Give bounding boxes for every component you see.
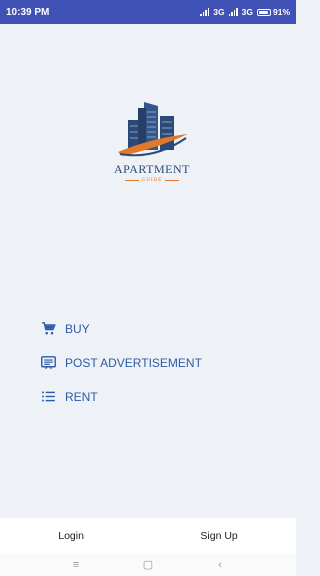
main-content: APARTMENT GUIDE BUY POST ADVERTISEMENT R… xyxy=(0,24,296,518)
network-type-2: 3G xyxy=(241,7,253,17)
home-nav-button[interactable]: ▢ xyxy=(142,558,154,571)
login-button[interactable]: Login xyxy=(58,530,84,542)
logo-divider-left xyxy=(124,180,139,181)
menu-label-post-advertisement: POST ADVERTISEMENT xyxy=(65,355,202,370)
menu-label-buy: BUY xyxy=(65,321,90,336)
menu-nav-button[interactable]: ≡ xyxy=(70,559,82,571)
battery-indicator: 91% xyxy=(256,7,290,17)
cart-icon xyxy=(42,322,56,335)
menu-label-rent: RENT xyxy=(65,389,98,404)
logo-subtitle-row: GUIDE xyxy=(124,178,180,183)
menu-item-rent[interactable]: RENT xyxy=(40,388,202,405)
battery-level xyxy=(258,10,269,14)
auth-bar: Login Sign Up xyxy=(0,518,296,553)
signal-icon-2 xyxy=(228,8,238,16)
back-nav-button[interactable]: ‹ xyxy=(214,559,226,571)
signal-icon xyxy=(200,8,210,16)
notice-board-icon xyxy=(41,356,56,370)
logo-title: APARTMENT xyxy=(113,162,190,176)
network-type-1: 3G xyxy=(213,7,225,17)
logo-divider-right xyxy=(165,180,180,181)
status-indicators: 3G 3G 91% xyxy=(200,7,290,17)
menu-item-buy[interactable]: BUY xyxy=(40,320,202,337)
app-logo: APARTMENT GUIDE xyxy=(104,98,200,198)
battery-icon xyxy=(256,8,271,16)
status-bar: 10:39 PM 3G 3G 91% xyxy=(0,0,296,24)
main-menu: BUY POST ADVERTISEMENT RENT xyxy=(40,320,202,405)
signup-button[interactable]: Sign Up xyxy=(200,530,237,542)
system-nav-bar: ≡ ▢ ‹ xyxy=(0,553,296,576)
status-time: 10:39 PM xyxy=(6,6,50,18)
menu-item-post-advertisement[interactable]: POST ADVERTISEMENT xyxy=(40,354,202,371)
building-logo-icon xyxy=(118,102,188,157)
list-icon xyxy=(42,391,55,402)
battery-percent: 91% xyxy=(272,7,290,17)
logo-subtitle: GUIDE xyxy=(141,178,163,183)
